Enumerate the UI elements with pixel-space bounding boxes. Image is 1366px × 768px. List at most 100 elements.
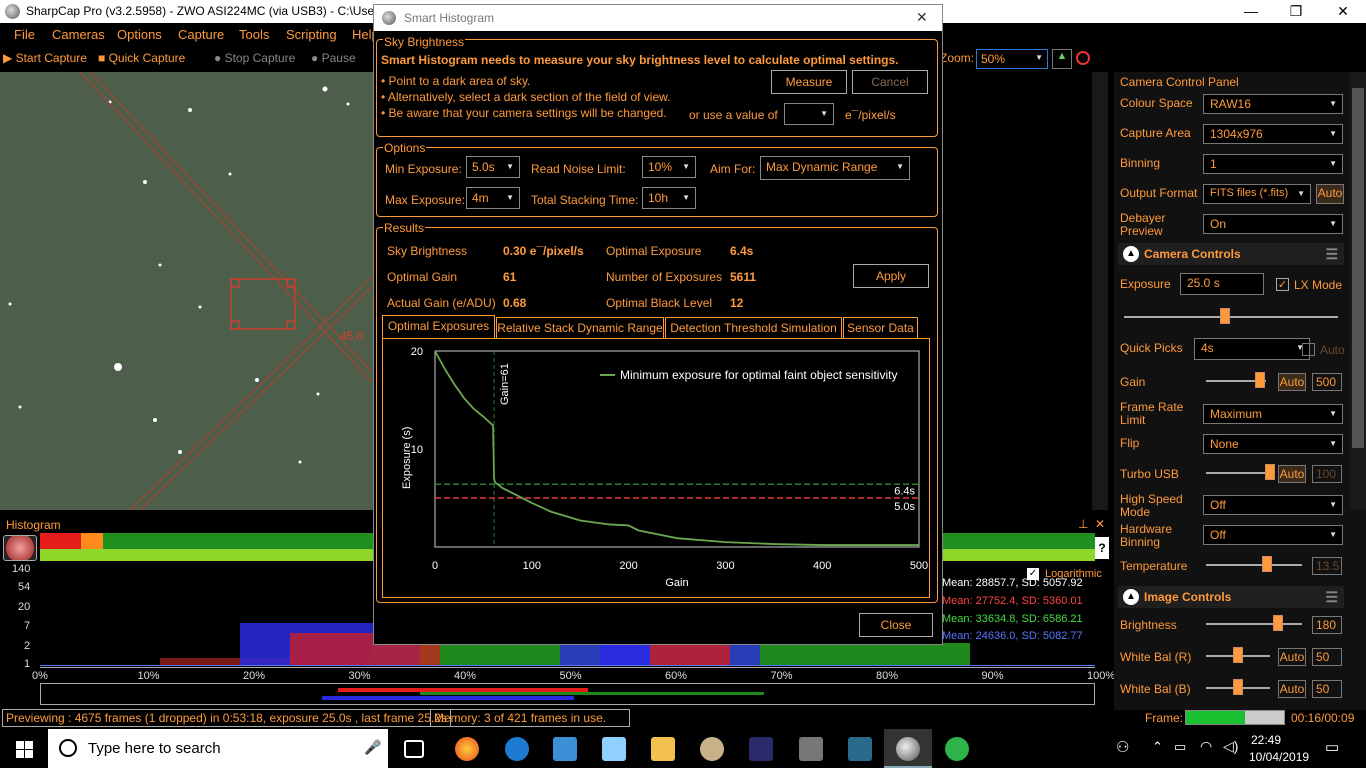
tab-sensor-data[interactable]: Sensor Data	[843, 317, 918, 339]
quick-picks-auto-checkbox[interactable]	[1302, 343, 1315, 356]
max-exposure-select[interactable]: 4m ▼	[466, 187, 520, 209]
wb-r-slider-thumb[interactable]	[1233, 647, 1243, 663]
quick-capture-button[interactable]: ■ Quick Capture	[98, 51, 185, 65]
temperature-slider-thumb[interactable]	[1262, 556, 1272, 572]
taskbar-search[interactable]: Type here to search 🎤	[48, 729, 388, 768]
flip-select[interactable]: None ▼	[1203, 434, 1343, 454]
frame-rate-select[interactable]: Maximum ▼	[1203, 404, 1343, 424]
start-capture-button[interactable]: ▶ Start Capture	[3, 51, 87, 65]
temperature-slider[interactable]	[1206, 564, 1302, 566]
reticle-icon[interactable]	[1076, 51, 1090, 65]
brightness-slider[interactable]	[1206, 623, 1302, 625]
menu-icon[interactable]: ☰	[1325, 589, 1338, 606]
exposure-slider-thumb[interactable]	[1220, 308, 1230, 324]
status-bar: Previewing : 4675 frames (1 dropped) in …	[0, 707, 1366, 729]
battery-icon[interactable]: ▭	[1174, 739, 1186, 755]
close-icon[interactable]: ✕	[1320, 0, 1366, 23]
notifications-icon[interactable]: ▭	[1325, 738, 1339, 756]
file-explorer-icon[interactable]	[651, 737, 675, 761]
debayer-select[interactable]: On ▼	[1203, 214, 1343, 234]
gain-auto-button[interactable]: Auto	[1278, 373, 1306, 391]
pin-icon[interactable]: ⊥	[1078, 517, 1088, 531]
tab-detection-threshold[interactable]: Detection Threshold Simulation	[665, 317, 842, 339]
high-speed-select[interactable]: Off ▼	[1203, 495, 1343, 515]
exposure-input[interactable]: 25.0 s	[1180, 273, 1264, 295]
brightness-value[interactable]: 180	[1312, 616, 1342, 634]
turbo-usb-value[interactable]: 100	[1312, 465, 1342, 483]
wifi-icon[interactable]: ◠	[1200, 738, 1212, 755]
apply-button[interactable]: Apply	[853, 264, 929, 288]
read-noise-select[interactable]: 10% ▼	[642, 156, 696, 178]
wb-b-value[interactable]: 50	[1312, 680, 1342, 698]
brain-icon[interactable]	[3, 535, 37, 561]
total-stacking-select[interactable]: 10h ▼	[642, 187, 696, 209]
menu-file[interactable]: File	[14, 27, 35, 42]
windows-start-icon[interactable]	[16, 741, 33, 758]
paint-icon[interactable]	[700, 737, 724, 761]
turbo-usb-slider[interactable]	[1206, 472, 1270, 474]
volume-icon[interactable]: ◁)	[1223, 738, 1238, 755]
wb-r-value[interactable]: 50	[1312, 648, 1342, 666]
firefox-icon[interactable]	[455, 737, 479, 761]
aim-for-select[interactable]: Max Dynamic Range ▼	[760, 156, 910, 180]
gain-value[interactable]: 500	[1312, 373, 1342, 391]
menu-cameras[interactable]: Cameras	[52, 27, 105, 42]
turbo-auto-button[interactable]: Auto	[1278, 465, 1306, 483]
colour-space-select[interactable]: RAW16 ▼	[1203, 94, 1343, 114]
app-icon-4[interactable]	[602, 737, 626, 761]
brightness-slider-thumb[interactable]	[1273, 615, 1283, 631]
help-icon[interactable]: ?	[1095, 537, 1109, 559]
lx-mode-checkbox[interactable]: ✓	[1276, 278, 1289, 291]
pause-button[interactable]: ● Pause	[311, 51, 356, 65]
wb-b-auto-button[interactable]: Auto	[1278, 680, 1306, 698]
min-exposure-select[interactable]: 5.0s ▼	[466, 156, 520, 178]
maximize-icon[interactable]: ❐	[1273, 0, 1319, 23]
tab-relative-stack[interactable]: Relative Stack Dynamic Range	[496, 317, 664, 339]
people-icon[interactable]: ⚇	[1116, 738, 1129, 756]
menu-icon[interactable]: ☰	[1325, 246, 1338, 263]
hw-binning-select[interactable]: Off ▼	[1203, 525, 1343, 545]
tab-optimal-exposures[interactable]: Optimal Exposures	[382, 315, 495, 339]
image-controls-header[interactable]: ▲ Image Controls ☰	[1118, 586, 1344, 608]
panel-scrollbar[interactable]	[1350, 72, 1366, 510]
camera-controls-header[interactable]: ▲ Camera Controls ☰	[1118, 243, 1344, 265]
dialog-close-icon[interactable]: ✕	[916, 9, 928, 26]
stellarium-icon[interactable]	[749, 737, 773, 761]
sky-bullet-3: • Be aware that your camera settings wil…	[381, 106, 667, 120]
turbo-usb-slider-thumb[interactable]	[1265, 464, 1275, 480]
app-icon-9[interactable]	[848, 737, 872, 761]
clock-date[interactable]: 10/04/2019	[1249, 750, 1309, 764]
sharpcap-taskbar-item[interactable]	[884, 729, 932, 768]
wb-r-auto-button[interactable]: Auto	[1278, 648, 1306, 666]
binning-select[interactable]: 1 ▼	[1203, 154, 1343, 174]
quick-picks-select[interactable]: 4s ▼	[1194, 338, 1310, 360]
histogram-toggle-icon[interactable]: ▲	[1052, 49, 1072, 69]
measure-button[interactable]: Measure	[771, 70, 847, 94]
task-view-icon[interactable]	[404, 740, 424, 758]
menu-scripting[interactable]: Scripting	[286, 27, 337, 42]
capture-area-select[interactable]: 1304x976 ▼	[1203, 124, 1343, 144]
stop-capture-button[interactable]: ● Stop Capture	[214, 51, 295, 65]
menu-options[interactable]: Options	[117, 27, 162, 42]
microphone-icon[interactable]: 🎤	[364, 739, 381, 756]
tray-chevron-icon[interactable]: ⌃	[1152, 739, 1163, 755]
menu-tools[interactable]: Tools	[239, 27, 269, 42]
zoom-select[interactable]: 50% ▼	[976, 49, 1048, 69]
exposure-slider[interactable]	[1124, 316, 1338, 318]
edge-icon[interactable]	[505, 737, 529, 761]
preview-scrollbar[interactable]	[1092, 72, 1108, 510]
sky-value-input[interactable]: ▼	[784, 103, 834, 125]
cancel-button[interactable]: Cancel	[852, 70, 928, 94]
app-icon-8[interactable]	[799, 737, 823, 761]
menu-capture[interactable]: Capture	[178, 27, 224, 42]
app-icon-11[interactable]	[945, 737, 969, 761]
clock-time[interactable]: 22:49	[1251, 733, 1281, 747]
close-button[interactable]: Close	[859, 613, 933, 637]
gain-slider-thumb[interactable]	[1255, 372, 1265, 388]
close-histogram-icon[interactable]: ✕	[1095, 517, 1105, 531]
app-icon-3[interactable]	[553, 737, 577, 761]
wb-b-slider-thumb[interactable]	[1233, 679, 1243, 695]
output-format-select[interactable]: FITS files (*.fits) ▼	[1203, 184, 1311, 204]
output-auto-button[interactable]: Auto	[1316, 184, 1344, 204]
minimize-icon[interactable]: —	[1228, 0, 1274, 23]
